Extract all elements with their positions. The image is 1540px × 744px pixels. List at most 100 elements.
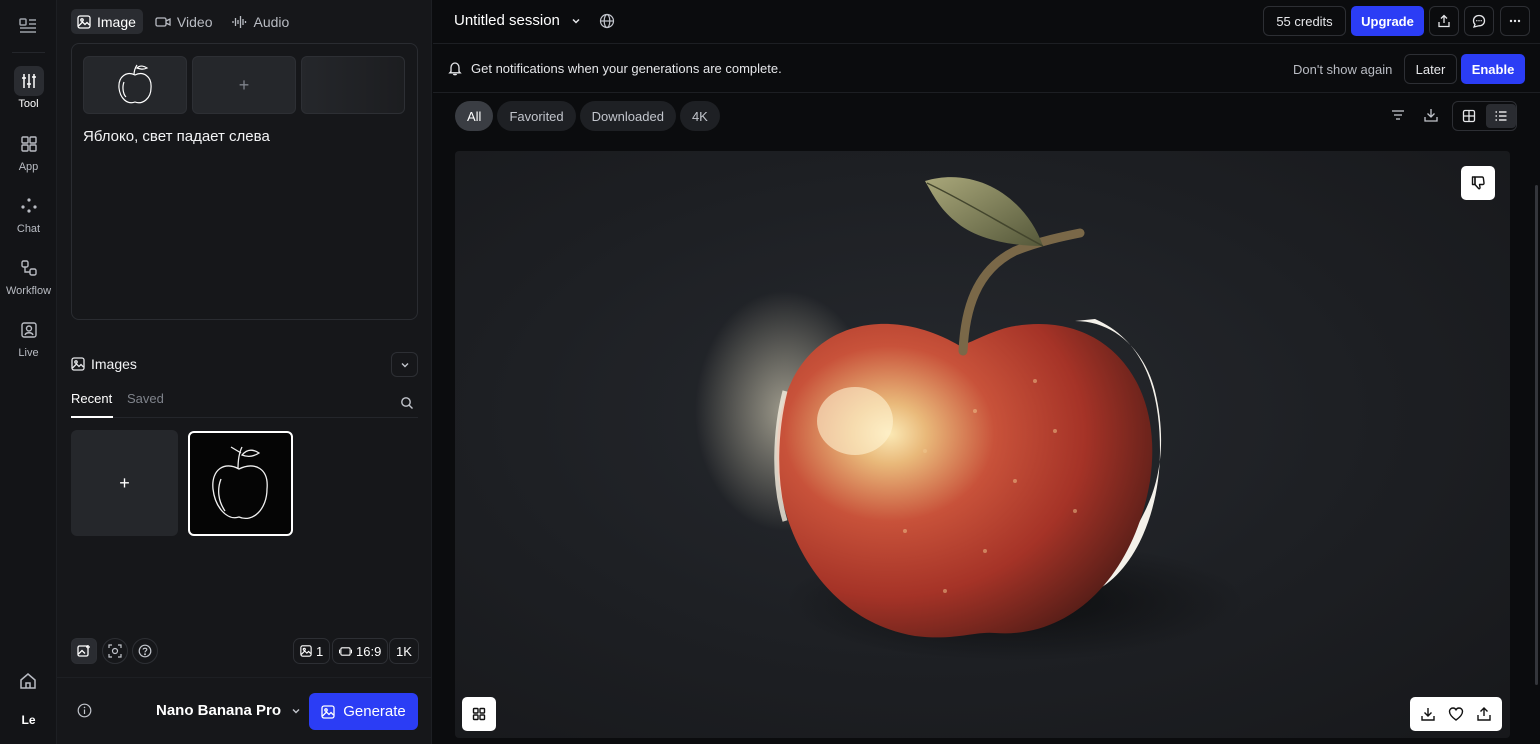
tab-audio[interactable]: Audio xyxy=(225,9,296,34)
scrollbar[interactable] xyxy=(1535,185,1538,685)
feedback-button[interactable] xyxy=(1464,6,1494,36)
list-view-button[interactable] xyxy=(1486,104,1516,128)
prompt-card[interactable]: + Яблоко, свет падает слева xyxy=(71,43,418,320)
resolution-value: 1K xyxy=(396,643,412,659)
grid-icon xyxy=(14,129,44,159)
generation-controls: 1 16:9 1K xyxy=(71,638,419,665)
video-icon xyxy=(155,15,171,29)
user-avatar[interactable]: Le xyxy=(0,713,57,727)
heart-icon[interactable] xyxy=(1448,706,1464,722)
rail-divider xyxy=(12,52,45,53)
filter-chips: All Favorited Downloaded 4K xyxy=(455,101,720,131)
download-all-icon[interactable] xyxy=(1422,106,1440,124)
session-title-select[interactable]: Untitled session xyxy=(454,12,582,29)
session-title: Untitled session xyxy=(454,12,560,29)
chevron-down-icon xyxy=(570,15,582,27)
chat-bubble-icon xyxy=(1472,14,1486,28)
rail-label-tool: Tool xyxy=(18,98,39,110)
grid-view-button[interactable] xyxy=(1454,104,1484,128)
add-reference-plus: + xyxy=(238,74,250,95)
images-title: Images xyxy=(71,356,137,372)
tab-image[interactable]: Image xyxy=(71,9,143,34)
main-area: Untitled session 55 credits Upgrade Get … xyxy=(433,0,1540,744)
rail-item-workflow[interactable]: Workflow xyxy=(0,253,57,303)
dont-show-again-link[interactable]: Don't show again xyxy=(1293,62,1392,77)
rail-label-chat: Chat xyxy=(16,223,41,235)
help-button[interactable] xyxy=(132,638,158,664)
sliders-icon xyxy=(13,66,44,96)
upgrade-button[interactable]: Upgrade xyxy=(1351,6,1424,36)
audio-wave-icon xyxy=(231,15,247,29)
focus-mode-toggle[interactable] xyxy=(102,638,128,664)
image-grid-button[interactable] xyxy=(462,697,496,731)
add-reference-button[interactable]: + xyxy=(192,56,296,114)
share-icon[interactable] xyxy=(1476,706,1492,722)
generate-button[interactable]: Generate xyxy=(309,693,418,730)
reference-image-tile[interactable] xyxy=(83,56,187,114)
apple-sketch-thumbnail xyxy=(211,445,268,519)
enable-button[interactable]: Enable xyxy=(1461,54,1525,84)
image-count-value: 1 xyxy=(316,643,324,659)
upload-plus: + xyxy=(119,472,130,493)
globe-icon[interactable] xyxy=(599,13,615,29)
left-rail: Tool App Chat Workflow Live Le xyxy=(0,0,57,744)
share-button[interactable] xyxy=(1429,6,1459,36)
tab-recent[interactable]: Recent xyxy=(71,391,112,406)
generate-label: Generate xyxy=(343,703,406,720)
credits-badge[interactable]: 55 credits xyxy=(1263,6,1346,36)
chevron-down-icon xyxy=(401,362,408,367)
tab-video-label: Video xyxy=(176,13,213,30)
more-icon xyxy=(1509,19,1521,23)
image-edit-toggle[interactable] xyxy=(71,638,97,664)
rail-item-app[interactable]: App xyxy=(0,129,57,179)
aspect-ratio-select[interactable]: 16:9 xyxy=(332,638,389,664)
help-icon xyxy=(138,644,152,658)
rail-label-app: App xyxy=(18,161,39,173)
rail-item-live[interactable]: Live xyxy=(0,315,57,365)
focus-icon xyxy=(108,644,122,658)
model-name: Nano Banana Pro xyxy=(156,702,282,719)
menu-icon[interactable] xyxy=(16,16,40,36)
reference-slot-empty[interactable] xyxy=(301,56,405,114)
tab-saved[interactable]: Saved xyxy=(127,391,164,406)
image-icon xyxy=(77,14,91,29)
image-icon xyxy=(300,645,312,657)
upload-image-button[interactable]: + xyxy=(71,430,178,536)
generation-panel: Image Video Audio + Яблоко, свет падает … xyxy=(57,0,432,744)
resolution-select[interactable]: 1K xyxy=(389,638,419,664)
filter-all[interactable]: All xyxy=(455,101,494,131)
model-select[interactable]: Nano Banana Pro xyxy=(156,702,302,719)
info-icon[interactable] xyxy=(77,703,92,718)
list-view-icon xyxy=(1495,111,1507,121)
image-actions xyxy=(1410,697,1502,731)
images-title-label: Images xyxy=(91,356,137,372)
prompt-text[interactable]: Яблоко, свет падает слева xyxy=(83,128,270,145)
top-bar: Untitled session 55 credits Upgrade xyxy=(433,0,1540,44)
download-icon[interactable] xyxy=(1420,706,1436,722)
filter-4k[interactable]: 4K xyxy=(679,101,720,131)
image-count-select[interactable]: 1 xyxy=(293,638,331,664)
grid-icon xyxy=(472,707,486,721)
bell-icon xyxy=(448,61,462,76)
dislike-button[interactable] xyxy=(1461,166,1495,200)
rail-item-tool[interactable]: Tool xyxy=(0,66,57,116)
more-options-button[interactable] xyxy=(1500,6,1530,36)
search-icon[interactable] xyxy=(400,396,414,410)
share-icon xyxy=(1438,14,1450,28)
later-button[interactable]: Later xyxy=(1404,54,1457,84)
collapse-images-button[interactable] xyxy=(391,352,418,377)
generated-image-canvas[interactable] xyxy=(455,151,1510,738)
image-sparkle-icon xyxy=(77,645,90,657)
filter-downloaded[interactable]: Downloaded xyxy=(579,101,676,131)
apple-sketch-thumbnail xyxy=(118,64,152,104)
recent-image-thumbnail[interactable] xyxy=(188,431,293,536)
rail-item-chat[interactable]: Chat xyxy=(0,191,57,241)
home-icon[interactable] xyxy=(17,670,39,692)
sort-filter-icon[interactable] xyxy=(1389,106,1407,124)
live-icon xyxy=(14,315,44,345)
filter-favorited[interactable]: Favorited xyxy=(497,101,576,131)
tab-video[interactable]: Video xyxy=(149,9,220,34)
generated-apple-image xyxy=(695,177,1245,661)
view-toggle xyxy=(1452,101,1517,131)
thumbs-down-icon xyxy=(1471,176,1485,190)
